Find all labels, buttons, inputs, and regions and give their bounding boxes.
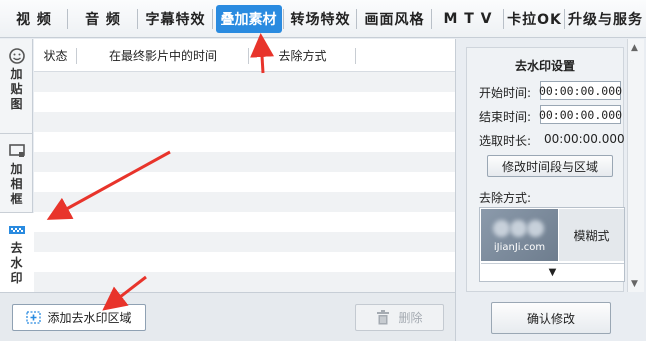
table-row (34, 212, 455, 232)
watermark-region-table: 状态 在最终影片中的时间 去除方式 (34, 39, 456, 292)
frame-icon (8, 144, 25, 157)
top-tab-bar: 视 频 音 频 字幕特效 叠加素材 转场特效 画面风格 M T V 卡拉OK 升… (0, 0, 646, 38)
table-row (34, 272, 455, 292)
table-row (34, 152, 455, 172)
start-time-input[interactable]: 00:00:00.000 (539, 81, 622, 100)
tab-label: 卡拉OK (507, 11, 562, 28)
delete-button[interactable]: 删除 (355, 304, 444, 331)
side-tab-bar: 加贴图 加相框 去水印 (0, 39, 34, 292)
settings-title: 去水印设置 (514, 59, 575, 73)
table-row (34, 112, 455, 132)
end-time-label: 结束时间: (479, 110, 532, 124)
sticker-icon (8, 48, 25, 64)
tab-picture-style[interactable]: 画面风格 (357, 0, 432, 38)
tab-label: 视 频 (16, 11, 52, 28)
table-body (34, 72, 455, 292)
blur-mode-thumbnail: iJianJi.com (481, 209, 558, 261)
add-button-label: 添加去水印区域 (47, 311, 132, 325)
table-row (34, 192, 455, 212)
tab-label: 音 频 (85, 11, 121, 28)
side-tab-label: 加相框 (10, 162, 23, 206)
removal-method-label: 去除方式: (479, 191, 532, 205)
add-watermark-region-button[interactable]: 添加去水印区域 (12, 304, 146, 331)
tab-label: 转场特效 (290, 11, 351, 28)
tab-mtv[interactable]: M T V (432, 0, 504, 38)
delete-button-label: 删除 (398, 311, 423, 325)
side-tab-add-sticker[interactable]: 加贴图 (0, 39, 33, 134)
side-tab-label: 去水印 (10, 241, 23, 285)
tab-video[interactable]: 视 频 (0, 0, 68, 38)
scroll-up-icon[interactable]: ▲ (631, 43, 638, 53)
table-row (34, 72, 455, 92)
tab-karaoke[interactable]: 卡拉OK (504, 0, 565, 38)
column-header-method[interactable]: 去除方式 (249, 39, 356, 72)
modify-time-region-button[interactable]: 修改时间段与区域 (487, 155, 613, 177)
table-action-bar: 添加去水印区域 删除 (0, 292, 456, 341)
duration-value: 00:00:00.000 (544, 132, 625, 146)
table-header: 状态 在最终影片中的时间 去除方式 (34, 39, 455, 72)
triangle-down-icon: ▼ (548, 267, 557, 278)
tab-label: 叠加素材 (215, 4, 282, 33)
removal-method-selector[interactable]: iJianJi.com 模糊式 ▼ (479, 207, 625, 282)
trash-icon (377, 310, 390, 325)
removal-method-value: 模糊式 (559, 209, 624, 261)
table-row (34, 172, 455, 192)
table-row (34, 132, 455, 152)
scroll-down-icon[interactable]: ▼ (631, 279, 638, 289)
tab-subtitle-effects[interactable]: 字幕特效 (138, 0, 213, 38)
modify-button-label: 修改时间段与区域 (501, 159, 598, 174)
tab-upgrade-service[interactable]: 升级与服务 (565, 0, 646, 38)
side-tab-remove-watermark[interactable]: 去水印 (0, 213, 34, 292)
tab-label: 画面风格 (364, 11, 425, 28)
duration-label: 选取时长: (479, 134, 532, 148)
watermark-icon (8, 226, 25, 234)
tab-audio[interactable]: 音 频 (68, 0, 138, 38)
end-time-input[interactable]: 00:00:00.000 (539, 105, 622, 124)
confirm-button-label: 确认修改 (526, 311, 575, 326)
settings-scrollbar[interactable]: ▲ ▼ (627, 39, 644, 292)
tab-label: 升级与服务 (568, 11, 643, 28)
expand-methods-button[interactable]: ▼ (481, 263, 624, 281)
column-header-status[interactable]: 状态 (34, 39, 77, 72)
side-tab-add-frame[interactable]: 加相框 (0, 134, 33, 213)
thumbnail-watermark-text: iJianJi.com (493, 242, 546, 253)
tab-transition-effects[interactable]: 转场特效 (284, 0, 357, 38)
table-row (34, 92, 455, 112)
column-header-time[interactable]: 在最终影片中的时间 (77, 39, 249, 72)
start-time-label: 开始时间: (479, 86, 532, 100)
tab-label: 字幕特效 (145, 11, 206, 28)
table-row (34, 232, 455, 252)
confirm-modify-button[interactable]: 确认修改 (491, 302, 611, 334)
tab-overlay-materials[interactable]: 叠加素材 (213, 0, 284, 38)
table-row (34, 252, 455, 272)
tab-label: M T V (443, 10, 493, 27)
add-region-icon (26, 310, 42, 324)
side-tab-label: 加贴图 (10, 67, 23, 111)
